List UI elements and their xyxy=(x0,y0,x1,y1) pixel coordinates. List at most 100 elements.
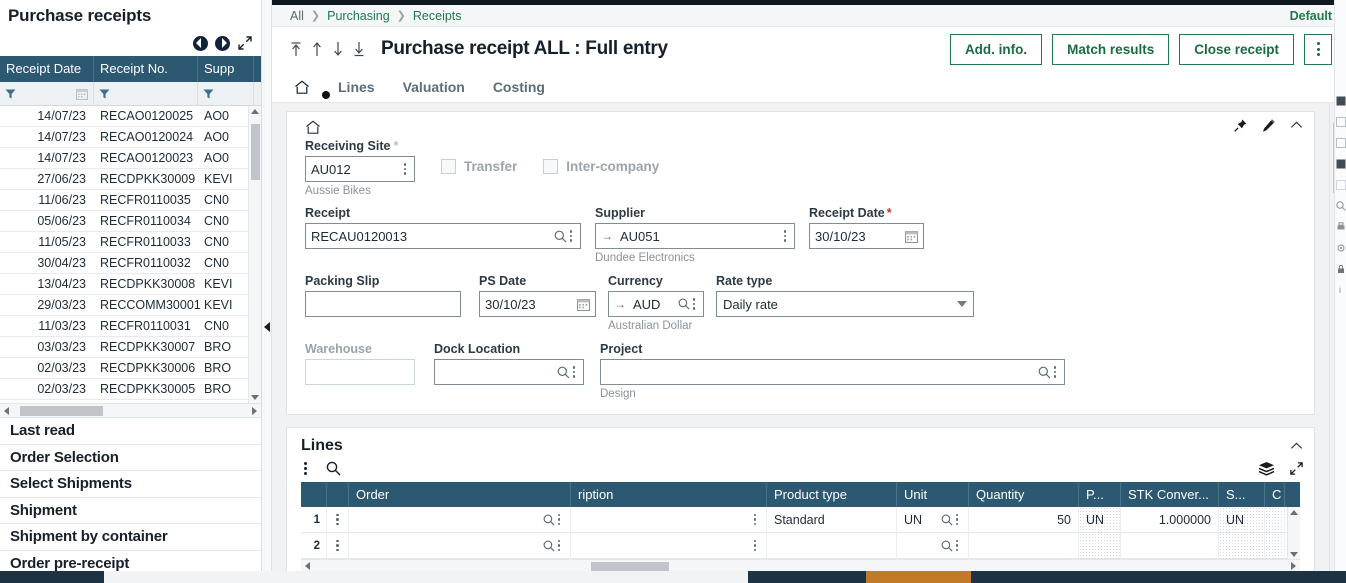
column-header-c[interactable]: C xyxy=(1265,482,1285,507)
column-header-supplier[interactable]: Supp xyxy=(198,56,254,82)
supplier-link-arrow-icon[interactable]: → xyxy=(601,229,613,243)
lock-icon[interactable] xyxy=(1336,264,1346,274)
tab-costing[interactable]: Costing xyxy=(493,79,545,95)
circle-right-arrow-icon[interactable] xyxy=(215,35,230,51)
receipt-row[interactable]: 14/07/23 RECAO0120025 AO0 xyxy=(0,106,248,127)
table-row[interactable]: 1 Standard UN 50 UN 1.000000 UN xyxy=(301,506,1300,533)
match-results-button[interactable]: Match results xyxy=(1052,33,1170,65)
calendar-icon[interactable] xyxy=(76,88,88,100)
currency-search-icon[interactable] xyxy=(678,298,690,310)
supplier-kebab-icon[interactable] xyxy=(781,230,790,242)
row-kebab-icon[interactable] xyxy=(555,539,564,552)
grid-icon[interactable] xyxy=(1335,180,1346,190)
receipt-row[interactable]: 13/04/23 RECDPKK30008 KEVI xyxy=(0,274,248,295)
sidebar-item-select-shipments[interactable]: Select Shipments xyxy=(0,471,261,498)
row-kebab-icon[interactable] xyxy=(555,513,564,526)
collapse-chevron-icon[interactable] xyxy=(1289,439,1304,454)
cell-unit[interactable] xyxy=(897,532,969,559)
receipts-grid-horizontal-scrollbar[interactable] xyxy=(0,403,261,417)
scroll-up-icon[interactable] xyxy=(251,109,259,114)
currency-input[interactable]: → AUD xyxy=(608,291,704,317)
scroll-down-icon[interactable] xyxy=(251,395,259,400)
note-icon[interactable] xyxy=(1336,96,1346,106)
dock-location-search-icon[interactable] xyxy=(557,366,570,379)
currency-link-arrow-icon[interactable]: → xyxy=(614,297,626,311)
cell-search-icon[interactable] xyxy=(941,540,953,552)
cell-description[interactable] xyxy=(571,506,767,533)
project-input[interactable] xyxy=(600,359,1065,385)
cell-order[interactable] xyxy=(349,532,571,559)
expand-diagonal-icon[interactable] xyxy=(237,35,253,51)
filter-cell-receipt-no[interactable] xyxy=(94,81,198,106)
column-header-description[interactable]: ription xyxy=(571,482,767,507)
cell-s[interactable]: UN xyxy=(1219,506,1265,533)
dock-location-kebab-icon[interactable] xyxy=(570,366,579,378)
inter-company-checkbox[interactable] xyxy=(543,159,559,174)
receipt-row[interactable]: 11/05/23 RECFR0110033 CN0 xyxy=(0,232,248,253)
column-header-s[interactable]: S... xyxy=(1219,482,1265,507)
receipt-kebab-icon[interactable] xyxy=(567,230,576,242)
cell-p[interactable] xyxy=(1079,532,1121,559)
more-actions-button[interactable] xyxy=(1304,33,1332,65)
receipt-row[interactable]: 02/03/23 RECDPKK30005 BRO xyxy=(0,379,248,400)
cell-search-icon[interactable] xyxy=(543,540,555,552)
lines-kebab-icon[interactable] xyxy=(301,462,310,475)
cell-unit[interactable]: UN xyxy=(897,506,969,533)
breadcrumb-item-purchasing[interactable]: Purchasing xyxy=(327,9,390,23)
receiving-site-input[interactable]: AU012 xyxy=(305,156,415,182)
receipt-input[interactable]: RECAU0120013 xyxy=(305,223,581,249)
receipt-row[interactable]: 30/04/23 RECFR0110032 CN0 xyxy=(0,253,248,274)
document-icon[interactable] xyxy=(1335,117,1346,127)
cell-c[interactable] xyxy=(1265,532,1285,559)
cell-search-icon[interactable] xyxy=(941,514,953,526)
row-kebab-icon[interactable] xyxy=(333,513,342,526)
filter-cell-receipt-date[interactable] xyxy=(0,81,94,106)
transfer-checkbox-group[interactable]: Transfer xyxy=(441,159,517,174)
receipt-row[interactable]: 29/03/23 RECCOMM30001 KEVI xyxy=(0,295,248,316)
scroll-left-icon[interactable] xyxy=(301,562,314,570)
pencil-icon[interactable] xyxy=(1261,118,1276,133)
search-icon[interactable] xyxy=(1335,201,1346,211)
receipt-row[interactable]: 03/03/23 RECDPKK30007 BRO xyxy=(0,337,248,358)
ps-date-input[interactable]: 30/10/23 xyxy=(479,291,596,317)
receipt-row[interactable]: 02/03/23 RECDPKK30006 BRO xyxy=(0,358,248,379)
chevron-down-icon[interactable] xyxy=(957,301,967,307)
receipt-row[interactable]: 05/06/23 RECFR0110034 CN0 xyxy=(0,211,248,232)
receipt-row[interactable]: 14/07/23 RECAO0120023 AO0 xyxy=(0,148,248,169)
scroll-down-icon[interactable] xyxy=(1290,552,1298,557)
receipt-search-icon[interactable] xyxy=(554,230,567,243)
receipt-row[interactable]: 14/07/23 RECAO0120024 AO0 xyxy=(0,127,248,148)
scroll-right-icon[interactable] xyxy=(1287,562,1300,570)
rate-type-select[interactable]: Daily rate xyxy=(716,291,974,317)
table-row[interactable]: 2 xyxy=(301,532,1300,559)
hscrollbar-thumb[interactable] xyxy=(591,561,669,571)
cell-s[interactable] xyxy=(1219,532,1265,559)
column-header-unit[interactable]: Unit xyxy=(897,482,969,507)
project-search-icon[interactable] xyxy=(1038,366,1051,379)
cell-c[interactable] xyxy=(1265,506,1285,533)
tab-lines[interactable]: Lines xyxy=(338,79,375,95)
sidebar-item-shipment-by-container[interactable]: Shipment by container xyxy=(0,524,261,551)
pin-icon[interactable] xyxy=(1233,118,1248,133)
sidebar-item-shipment[interactable]: Shipment xyxy=(0,498,261,524)
settings-icon[interactable] xyxy=(1336,243,1346,253)
cell-stk-conversion[interactable]: 1.000000 xyxy=(1121,506,1219,533)
cell-quantity[interactable]: 50 xyxy=(969,506,1079,533)
cell-stk-conversion[interactable] xyxy=(1121,532,1219,559)
currency-kebab-icon[interactable] xyxy=(690,298,699,310)
column-header-stk-conversion[interactable]: STK Conver... xyxy=(1121,482,1219,507)
last-record-icon[interactable] xyxy=(353,40,365,58)
project-kebab-icon[interactable] xyxy=(1051,366,1060,378)
column-header-p[interactable]: P... xyxy=(1079,482,1121,507)
receipt-date-input[interactable]: 30/10/23 xyxy=(809,223,924,249)
cell-product-type[interactable] xyxy=(767,532,897,559)
cell-product-type[interactable]: Standard xyxy=(767,506,897,533)
sidebar-item-last-read[interactable]: Last read xyxy=(0,418,261,445)
receipt-row[interactable]: 27/06/23 RECDPKK30009 KEVI xyxy=(0,169,248,190)
tab-valuation[interactable]: Valuation xyxy=(403,79,465,95)
previous-record-icon[interactable] xyxy=(311,40,323,58)
expand-icon[interactable] xyxy=(1289,461,1304,476)
search-icon[interactable] xyxy=(326,461,341,476)
close-receipt-button[interactable]: Close receipt xyxy=(1179,33,1294,65)
scroll-up-icon[interactable] xyxy=(1290,510,1298,515)
